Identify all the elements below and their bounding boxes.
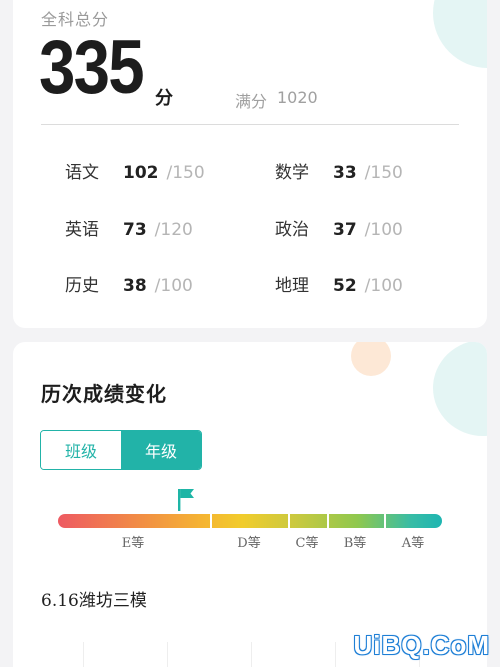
decorative-circle <box>351 342 391 376</box>
grade-label: A等 <box>401 536 425 551</box>
tab-class[interactable]: 班级 <box>41 431 121 469</box>
subject-name: 政治 <box>275 220 309 240</box>
subject-row[interactable]: 数学 33 /150 <box>275 158 403 183</box>
subject-score: 37 <box>333 220 357 240</box>
grade-separator <box>210 514 212 528</box>
subject-score: 73 <box>123 220 147 240</box>
subject-score: 102 <box>123 163 159 183</box>
decorative-circle <box>433 342 487 436</box>
exam-name: 6.16潍坊三模 <box>41 591 147 611</box>
scope-toggle: 班级 年级 <box>40 430 202 470</box>
score-summary-card: 全科总分 335 分 满分 1020 语文 102 /150 数学 33 /15… <box>13 0 487 328</box>
grade-separator <box>384 514 386 528</box>
subject-row[interactable]: 历史 38 /100 <box>65 271 193 296</box>
grade-separator <box>288 514 290 528</box>
subject-name: 历史 <box>65 276 99 296</box>
chart-grid-line <box>335 642 336 667</box>
subject-max: /100 <box>154 276 193 296</box>
subject-row[interactable]: 英语 73 /120 <box>65 215 193 240</box>
chart-grid-line <box>167 642 168 667</box>
history-title: 历次成绩变化 <box>41 382 167 406</box>
total-score-value: 335 <box>39 25 145 110</box>
flag-icon <box>178 489 194 511</box>
grade-label: D等 <box>237 536 261 551</box>
subject-score: 33 <box>333 163 357 183</box>
total-score-unit: 分 <box>155 88 173 109</box>
subject-max: /150 <box>166 163 205 183</box>
summary-divider <box>41 124 459 125</box>
subject-name: 数学 <box>275 163 309 183</box>
watermark: UiBQ.CoM <box>353 630 490 660</box>
subject-max: /120 <box>154 220 193 240</box>
subject-score: 52 <box>333 276 357 296</box>
subject-row[interactable]: 政治 37 /100 <box>275 215 403 240</box>
subject-name: 英语 <box>65 220 99 240</box>
subject-score: 38 <box>123 276 147 296</box>
subject-name: 语文 <box>65 163 99 183</box>
decorative-circle <box>433 0 487 68</box>
grade-separator <box>327 514 329 528</box>
subject-row[interactable]: 地理 52 /100 <box>275 271 403 296</box>
grade-label: B等 <box>343 536 367 551</box>
chart-grid-line <box>251 642 252 667</box>
full-score-label: 满分 <box>235 92 268 111</box>
tab-grade[interactable]: 年级 <box>121 431 201 469</box>
grade-label: E等 <box>121 536 145 551</box>
subject-name: 地理 <box>275 276 309 296</box>
history-card: 历次成绩变化 班级 年级 E等 D等 C等 B等 A等 6.16潍坊三模 <box>13 342 487 667</box>
subject-row[interactable]: 语文 102 /150 <box>65 158 205 183</box>
subject-max: /100 <box>364 220 403 240</box>
full-score-value: 1020 <box>277 88 318 107</box>
grade-label: C等 <box>295 536 319 551</box>
chart-grid-line <box>83 642 84 667</box>
subject-max: /150 <box>364 163 403 183</box>
subject-max: /100 <box>364 276 403 296</box>
